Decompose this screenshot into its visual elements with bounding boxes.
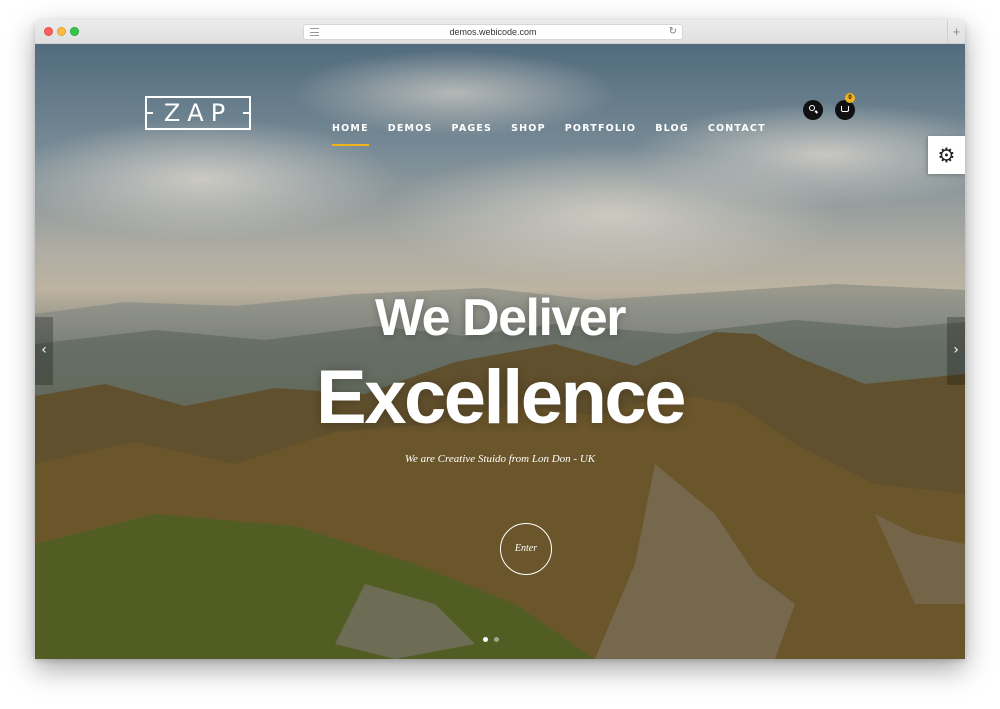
cart-count-badge: 0 (845, 93, 855, 103)
slider-dot-1[interactable] (483, 637, 488, 642)
reader-menu-icon[interactable] (310, 28, 319, 36)
browser-window: demos.webicode.com ↻ + ZAP HOME DEMOS PA… (35, 20, 965, 659)
nav-item-contact[interactable]: CONTACT (708, 123, 766, 137)
site-logo[interactable]: ZAP (145, 96, 251, 130)
reload-icon[interactable]: ↻ (669, 25, 677, 39)
nav-item-blog[interactable]: BLOG (655, 123, 689, 137)
url-text: demos.webicode.com (449, 27, 537, 37)
minimize-window-button[interactable] (57, 27, 66, 36)
address-bar[interactable]: demos.webicode.com ↻ (303, 24, 683, 40)
new-tab-button[interactable]: + (947, 20, 965, 44)
nav-item-home[interactable]: HOME (332, 123, 369, 146)
cart-button[interactable] (835, 100, 855, 120)
nav-item-shop[interactable]: SHOP (511, 123, 546, 137)
search-icon (809, 105, 815, 111)
browser-titlebar: demos.webicode.com ↻ + (35, 20, 965, 44)
gear-icon: ⚙ (937, 143, 956, 167)
hero-headline-line1: We Deliver (375, 289, 626, 347)
nav-item-pages[interactable]: PAGES (452, 123, 493, 137)
close-window-button[interactable] (44, 27, 53, 36)
settings-panel-toggle[interactable]: ⚙ (928, 136, 965, 174)
slider-pagination (483, 637, 499, 642)
cart-icon (841, 106, 849, 112)
slider-dot-2[interactable] (494, 637, 499, 642)
main-nav: HOME DEMOS PAGES SHOP PORTFOLIO BLOG CON… (332, 123, 785, 146)
nav-item-demos[interactable]: DEMOS (388, 123, 433, 137)
hero-tagline: We are Creative Stuido from Lon Don - UK (404, 453, 596, 465)
nav-item-portfolio[interactable]: PORTFOLIO (565, 123, 636, 137)
search-button[interactable] (803, 100, 823, 120)
hero-headline-line2: Excellence (316, 355, 686, 440)
hero-slider: ZAP HOME DEMOS PAGES SHOP PORTFOLIO BLOG… (35, 44, 965, 659)
maximize-window-button[interactable] (70, 27, 79, 36)
enter-button[interactable]: Enter (500, 523, 552, 575)
